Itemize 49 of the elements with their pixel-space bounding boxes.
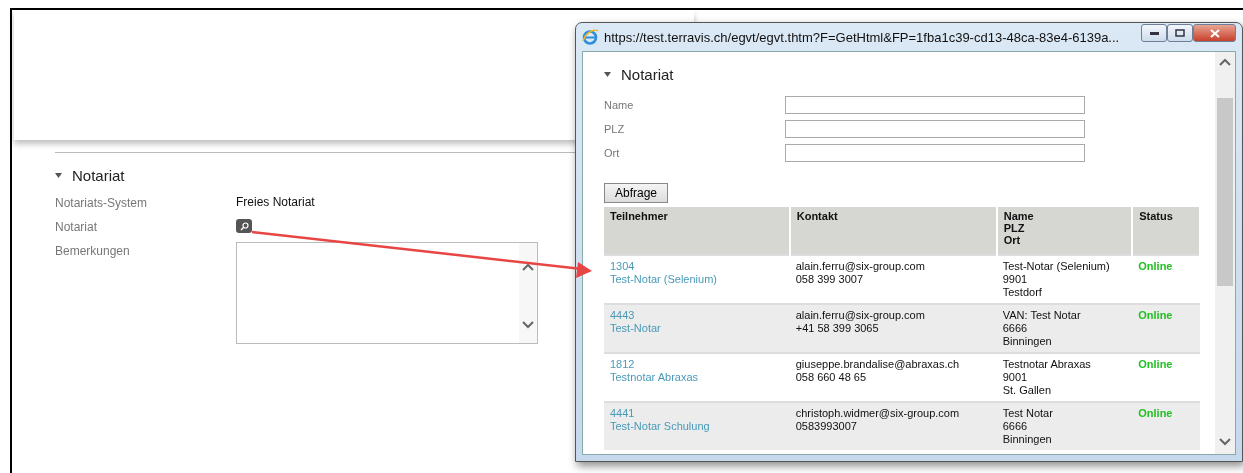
maximize-icon bbox=[1175, 29, 1185, 37]
window-title: https://test.terravis.ch/egvt/egvt.thtm?F=GetHtml&FP=1fba1c39-cd13-48ca-83e4-6139a... bbox=[604, 29, 1121, 45]
caret-icon[interactable] bbox=[55, 173, 62, 178]
table-cell: VAN: Test Notar 6666 Binningen bbox=[996, 304, 1133, 353]
table-cell: alain.ferru@six-group.com 058 399 3007 bbox=[789, 255, 997, 304]
section-title: Notariat bbox=[621, 66, 674, 83]
maximize-button[interactable] bbox=[1167, 24, 1193, 42]
minimize-button[interactable] bbox=[1141, 24, 1167, 42]
browser-logo-icon bbox=[582, 29, 599, 45]
input-field[interactable] bbox=[785, 120, 1085, 138]
column-header: Name PLZ Ort bbox=[996, 207, 1133, 255]
field-label: PLZ bbox=[604, 123, 626, 135]
caret-icon[interactable] bbox=[604, 72, 611, 77]
minimize-icon bbox=[1149, 31, 1159, 35]
participant-link[interactable]: 4443 Test-Notar bbox=[610, 309, 784, 335]
table-cell: Online bbox=[1132, 353, 1200, 402]
column-header: Teilnehmer bbox=[604, 207, 790, 255]
field-value: Freies Notariat bbox=[236, 194, 315, 211]
section-title: Notariat bbox=[72, 167, 125, 184]
close-icon bbox=[1209, 28, 1220, 38]
query-button[interactable]: Abfrage bbox=[604, 183, 669, 203]
table-cell: Online bbox=[1132, 402, 1200, 450]
scroll-down-icon[interactable] bbox=[522, 321, 534, 329]
field-label: Ort bbox=[604, 147, 621, 159]
field-label: Notariat bbox=[55, 219, 99, 236]
table-cell: Online bbox=[1132, 304, 1200, 353]
scroll-up-icon[interactable] bbox=[1219, 58, 1231, 66]
table-cell: Testnotar Abraxas 9001 St. Gallen bbox=[996, 353, 1133, 402]
search-button[interactable] bbox=[236, 219, 252, 233]
field-label: Bemerkungen bbox=[55, 243, 131, 260]
field-label: Name bbox=[604, 99, 635, 111]
scrollbar[interactable] bbox=[1215, 52, 1235, 454]
table-cell: Online bbox=[1132, 255, 1200, 304]
participant-link[interactable]: 4441 Test-Notar Schulung bbox=[610, 407, 784, 433]
input-field[interactable] bbox=[785, 96, 1085, 114]
participant-link[interactable]: 1304 Test-Notar (Selenium) bbox=[610, 260, 784, 286]
participant-link[interactable]: 1812 Testnotar Abraxas bbox=[610, 358, 784, 384]
input-field[interactable] bbox=[785, 144, 1085, 162]
column-header: Status bbox=[1132, 207, 1200, 255]
table-cell: giuseppe.brandalise@abraxas.ch 058 660 48 65 bbox=[789, 353, 997, 402]
close-button[interactable] bbox=[1193, 24, 1236, 42]
table-cell: christoph.widmer@six-group.com 0583993007 bbox=[789, 402, 997, 450]
column-header: Kontakt bbox=[789, 207, 997, 255]
table-cell: alain.ferru@six-group.com +41 58 399 3065 bbox=[789, 304, 997, 353]
field-label: Notariats-System bbox=[55, 195, 149, 212]
table-cell: Test-Notar (Selenium) 9901 Testdorf bbox=[996, 255, 1133, 304]
scroll-up-icon[interactable] bbox=[522, 263, 534, 271]
table-cell: Test Notar 6666 Binningen bbox=[996, 402, 1133, 450]
scroll-down-icon[interactable] bbox=[1219, 438, 1231, 446]
